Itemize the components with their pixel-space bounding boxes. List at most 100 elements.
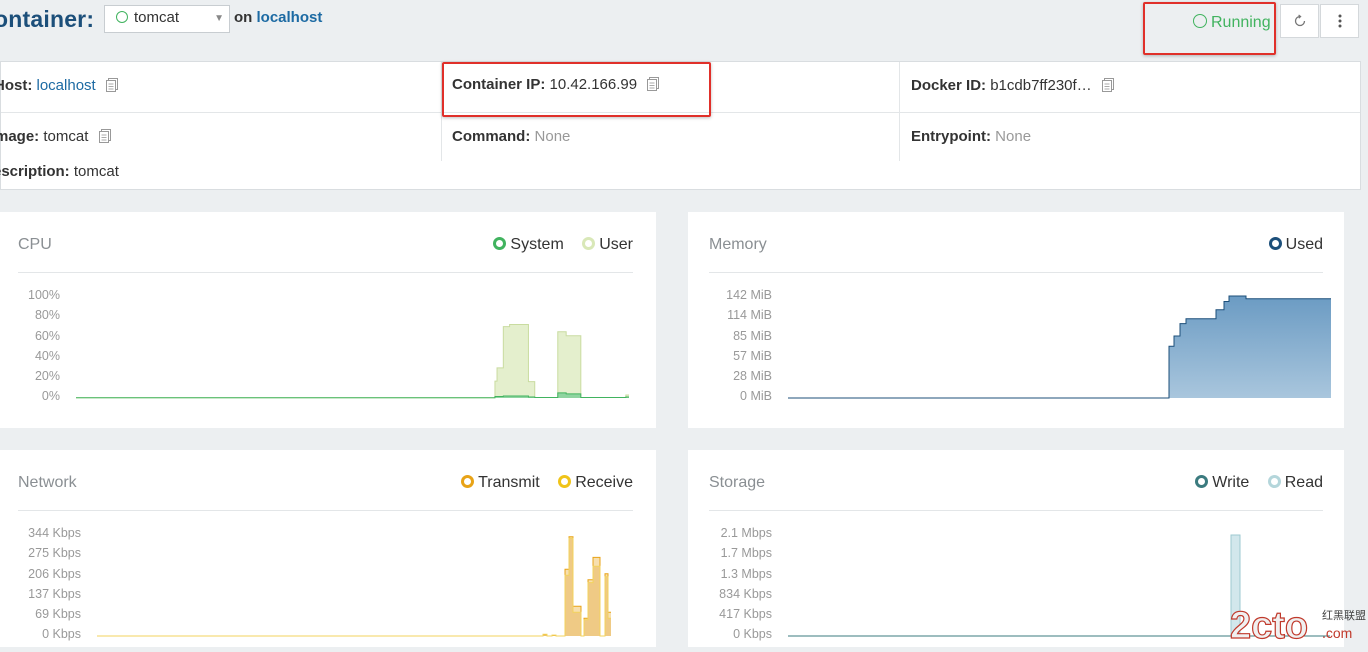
y-tick: 0 MiB — [740, 389, 772, 403]
legend-receive-label: Receive — [575, 474, 633, 491]
more-vertical-icon — [1338, 14, 1342, 28]
info-container-ip-label: Container IP: — [452, 76, 546, 93]
info-entrypoint-value: None — [995, 128, 1032, 145]
legend-receive[interactable]: Receive — [558, 474, 633, 491]
host-link[interactable]: localhost — [257, 9, 323, 26]
legend-user[interactable]: User — [582, 236, 633, 253]
y-tick: 1.7 Mbps — [720, 546, 772, 560]
info-row-divider — [1, 112, 1360, 113]
legend-write[interactable]: Write — [1195, 474, 1249, 491]
info-host-label: Host: — [0, 77, 33, 94]
network-card-divider — [18, 510, 633, 511]
legend-write-swatch-icon — [1195, 475, 1209, 488]
host-context: on localhost — [234, 9, 322, 26]
cpu-y-axis: 100% 80% 60% 40% 20% 0% — [10, 288, 60, 408]
y-tick: 114 MiB — [727, 308, 772, 322]
network-chart — [97, 536, 611, 637]
copy-icon[interactable] — [98, 128, 112, 147]
y-tick: 69 Kbps — [35, 607, 81, 621]
cpu-system-line — [76, 392, 629, 399]
y-tick: 417 Kbps — [719, 607, 772, 621]
info-command-value: None — [534, 128, 571, 145]
legend-system-swatch-icon — [493, 237, 507, 250]
info-entrypoint: Entrypoint: None — [911, 128, 1031, 145]
legend-used-label: Used — [1285, 236, 1323, 253]
legend-read[interactable]: Read — [1267, 474, 1323, 491]
container-state: Running — [1146, 4, 1273, 52]
running-status-icon — [1193, 14, 1207, 28]
memory-card: Memory Used 142 MiB 114 MiB 85 MiB 57 Mi… — [688, 212, 1344, 428]
container-status-ring-icon — [116, 11, 128, 23]
info-col-divider — [899, 62, 900, 161]
on-label: on — [234, 9, 253, 26]
storage-legend: Write Read — [1181, 474, 1323, 492]
memory-legend: Used — [1255, 236, 1323, 254]
page-header: ontainer: tomcat ▼ on localhost Running — [0, 0, 1368, 62]
info-container-ip: Container IP: 10.42.166.99 — [452, 76, 660, 95]
legend-write-label: Write — [1212, 474, 1250, 491]
network-card: Network Transmit Receive 344 Kbps 275 Kb… — [0, 450, 656, 647]
info-entrypoint-label: Entrypoint: — [911, 128, 991, 145]
more-actions-button[interactable] — [1320, 4, 1359, 38]
info-image: mage: tomcat — [0, 128, 112, 147]
watermark-suffix: .com — [1322, 625, 1352, 641]
memory-used-area — [788, 296, 1331, 398]
network-legend: Transmit Receive — [447, 474, 633, 492]
y-tick: 57 MiB — [733, 349, 772, 363]
memory-y-axis: 142 MiB 114 MiB 85 MiB 57 MiB 28 MiB 0 M… — [712, 288, 772, 408]
copy-icon[interactable] — [1101, 77, 1115, 96]
info-col-divider — [441, 62, 442, 161]
chevron-down-icon: ▼ — [214, 13, 224, 24]
info-docker-id-value: b1cdb7ff230f… — [990, 77, 1092, 94]
y-tick: 137 Kbps — [28, 587, 81, 601]
legend-system[interactable]: System — [493, 236, 564, 253]
legend-transmit-label: Transmit — [478, 474, 540, 491]
memory-card-divider — [709, 272, 1323, 273]
legend-read-swatch-icon — [1267, 475, 1281, 488]
y-tick: 206 Kbps — [28, 567, 81, 581]
page-title: ontainer: — [0, 6, 95, 32]
info-docker-id: Docker ID: b1cdb7ff230f… — [911, 77, 1115, 96]
info-host-value[interactable]: localhost — [37, 77, 96, 94]
copy-icon[interactable] — [646, 76, 660, 95]
network-card-title: Network — [18, 474, 77, 491]
container-select-value: tomcat — [134, 9, 180, 26]
y-tick: 40% — [34, 349, 60, 363]
y-tick: 60% — [34, 329, 60, 343]
cpu-card: CPU System User 100% 80% 60% 40% 20% 0% — [0, 212, 656, 428]
legend-transmit[interactable]: Transmit — [461, 474, 540, 491]
info-command-label: Command: — [452, 128, 531, 145]
y-tick: 1.3 Mbps — [720, 567, 772, 581]
cpu-legend: System User — [479, 236, 633, 254]
info-description: escription: tomcat — [0, 163, 119, 180]
y-tick: 20% — [34, 369, 60, 383]
container-select[interactable]: tomcat ▼ — [104, 5, 230, 33]
watermark-brand: 2cto — [1230, 605, 1308, 647]
network-transmit-area — [97, 536, 611, 636]
memory-card-title: Memory — [709, 236, 767, 253]
refresh-button[interactable] — [1280, 4, 1319, 38]
copy-icon[interactable] — [105, 77, 119, 96]
info-image-value: tomcat — [43, 128, 89, 145]
cpu-user-line — [76, 324, 629, 399]
network-transmit-line — [97, 536, 611, 637]
storage-y-axis: 2.1 Mbps 1.7 Mbps 1.3 Mbps 834 Kbps 417 … — [702, 526, 772, 646]
y-tick: 85 MiB — [733, 329, 772, 343]
y-tick: 28 MiB — [733, 369, 772, 383]
network-y-axis: 344 Kbps 275 Kbps 206 Kbps 137 Kbps 69 K… — [10, 526, 81, 646]
legend-system-label: System — [510, 236, 564, 253]
info-description-label: escription: — [0, 163, 70, 180]
storage-card-divider — [709, 510, 1323, 511]
refresh-icon — [1294, 14, 1306, 27]
cpu-card-divider — [18, 272, 633, 273]
y-tick: 834 Kbps — [719, 587, 772, 601]
cpu-chart — [76, 324, 629, 399]
legend-read-label: Read — [1284, 474, 1323, 491]
legend-user-swatch-icon — [582, 237, 596, 250]
cpu-user-area — [76, 324, 629, 398]
info-container-ip-value: 10.42.166.99 — [549, 76, 638, 93]
legend-receive-swatch-icon — [558, 475, 572, 488]
info-image-label: mage: — [0, 128, 40, 145]
legend-used[interactable]: Used — [1268, 236, 1323, 253]
cpu-card-title: CPU — [18, 236, 52, 253]
